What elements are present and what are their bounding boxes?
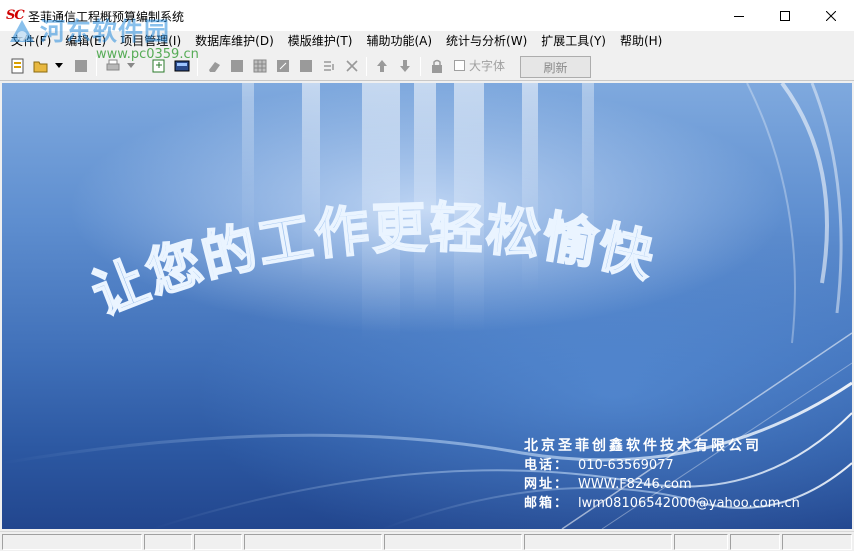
print-button[interactable] (104, 57, 122, 75)
eraser-icon (209, 62, 220, 72)
status-pane (524, 534, 672, 550)
email-value: lwm08106542000@yahoo.com.cn (578, 496, 800, 511)
splash-area: 让您的工作更轻松愉快 北京圣菲创鑫软件技术有限公司 电话： 010-635690… (2, 83, 852, 529)
phone-row: 电话： 010-63569077 (524, 456, 800, 475)
toolbar-separator (96, 57, 97, 76)
chevron-down-icon (55, 63, 63, 68)
big-font-checkbox[interactable]: 大字体 (454, 57, 505, 74)
maximize-icon (780, 10, 790, 21)
status-bar (0, 531, 854, 551)
toolbar (0, 53, 854, 81)
big-font-label: 大字体 (469, 59, 506, 73)
website-value: WWW.F8246.com (578, 477, 692, 492)
open-dropdown-button[interactable] (53, 57, 65, 75)
table-icon (253, 59, 267, 73)
checkbox-box[interactable] (454, 60, 465, 71)
menu-file[interactable]: 文件(F) (4, 31, 58, 51)
save-button[interactable] (72, 57, 90, 75)
open-file-button[interactable] (32, 57, 50, 75)
delete-icon (346, 60, 358, 72)
move-down-button[interactable] (396, 57, 414, 75)
status-pane (730, 534, 780, 550)
status-pane (2, 534, 142, 550)
arrow-down-icon (400, 60, 410, 72)
open-folder-icon (33, 61, 48, 73)
minimize-button[interactable] (716, 0, 762, 31)
print-icon (106, 59, 120, 71)
menu-bar: 文件(F) 编辑(E) 项目管理(I) 数据库维护(D) 模版维护(T) 辅助功… (0, 31, 854, 51)
menu-help[interactable]: 帮助(H) (613, 31, 669, 51)
move-up-button[interactable] (373, 57, 391, 75)
refresh-button[interactable]: 刷新 (520, 56, 591, 78)
status-pane (782, 534, 852, 550)
window-title: 圣菲通信工程概预算编制系统 (28, 10, 185, 24)
menu-database[interactable]: 数据库维护(D) (188, 31, 281, 51)
phone-value: 010-63569077 (578, 458, 674, 473)
status-pane (144, 534, 192, 550)
edit-icon (277, 60, 289, 72)
close-button[interactable] (808, 0, 854, 31)
new-file-icon (11, 58, 24, 74)
app-logo: SC (6, 8, 25, 23)
export-button[interactable] (150, 57, 168, 75)
close-icon (826, 10, 836, 21)
table-button[interactable] (251, 57, 269, 75)
phone-label: 电话： (524, 458, 570, 473)
menu-project[interactable]: 项目管理(I) (113, 31, 188, 51)
title-bar: SC 圣菲通信工程概预算编制系统 (0, 0, 854, 31)
toolbar-separator (197, 57, 198, 76)
block-icon (231, 60, 243, 72)
calculator-icon (174, 60, 190, 72)
block-button[interactable] (228, 57, 246, 75)
eraser-button[interactable] (205, 57, 223, 75)
menu-template[interactable]: 模版维护(T) (281, 31, 360, 51)
status-pane (384, 534, 522, 550)
website-label: 网址： (524, 477, 570, 492)
toolbar-separator (366, 57, 367, 76)
edit-cell-button[interactable] (274, 57, 292, 75)
toolbar-separator (420, 57, 421, 76)
add-icon (324, 61, 334, 71)
copy-button[interactable] (297, 57, 315, 75)
save-icon (75, 60, 87, 72)
chevron-down-icon (127, 63, 135, 68)
status-pane (244, 534, 382, 550)
maximize-button[interactable] (762, 0, 808, 31)
copy-icon (300, 60, 312, 72)
minimize-icon (734, 15, 744, 17)
new-file-button[interactable] (9, 57, 27, 75)
add-button[interactable] (320, 57, 338, 75)
menu-tools[interactable]: 扩展工具(Y) (534, 31, 613, 51)
status-pane (194, 534, 242, 550)
status-pane (674, 534, 728, 550)
email-label: 邮箱： (524, 496, 570, 511)
company-info: 北京圣菲创鑫软件技术有限公司 电话： 010-63569077 网址： WWW.… (524, 436, 800, 513)
lock-icon (432, 59, 442, 73)
company-name: 北京圣菲创鑫软件技术有限公司 (524, 438, 762, 454)
email-row: 邮箱： lwm08106542000@yahoo.com.cn (524, 494, 800, 513)
menu-edit[interactable]: 编辑(E) (58, 31, 113, 51)
delete-button[interactable] (343, 57, 361, 75)
lock-button[interactable] (428, 57, 446, 75)
menu-statistics[interactable]: 统计与分析(W) (439, 31, 534, 51)
website-row: 网址： WWW.F8246.com (524, 475, 800, 494)
export-icon (152, 59, 165, 73)
calculator-button[interactable] (173, 57, 191, 75)
arrow-up-icon (377, 60, 387, 72)
print-dropdown-button[interactable] (125, 57, 137, 75)
menu-assist[interactable]: 辅助功能(A) (359, 31, 439, 51)
